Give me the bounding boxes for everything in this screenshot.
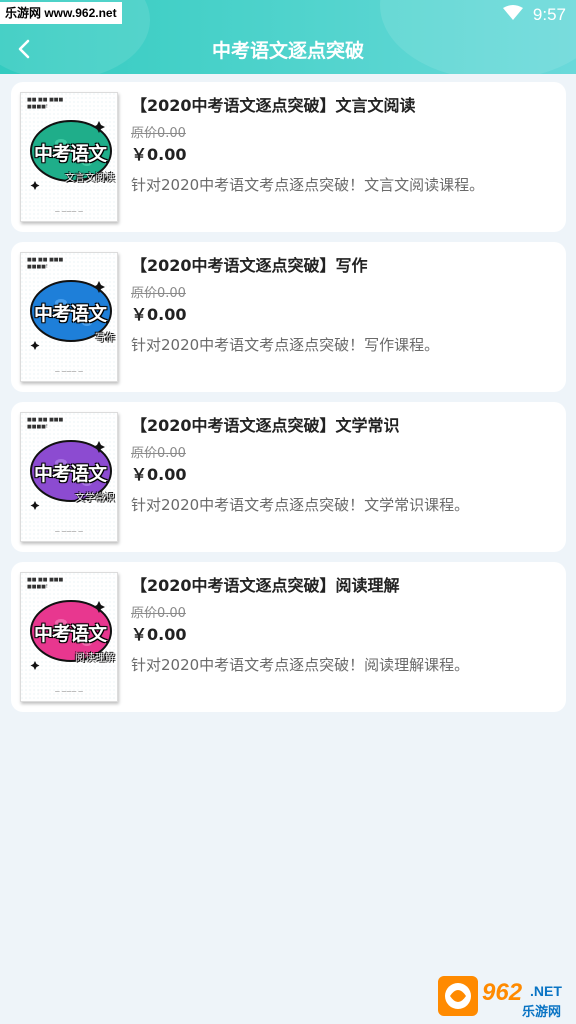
cover-header-text: ■■ ■■ ■■■ ■■■■! <box>27 257 64 270</box>
price: ￥0.00 <box>131 465 187 484</box>
svg-text:.NET: .NET <box>530 983 562 999</box>
course-title: 【2020中考语文逐点突破】文言文阅读 <box>131 96 416 115</box>
cover-subtitle: 阅读理解 <box>75 653 115 664</box>
course-description: 针对2020中考语文考点逐点突破！文言文阅读课程。 <box>131 176 485 194</box>
course-cover: ■■ ■■ ■■■ ■■■■! 中考语文 写作 — ——— — <box>20 252 118 382</box>
course-description: 针对2020中考语文考点逐点突破！阅读理解课程。 <box>131 656 470 674</box>
price: ￥0.00 <box>131 305 187 324</box>
original-price: 原价0.00 <box>131 286 186 301</box>
watermark-label: 乐游网 www.962.net <box>0 2 122 24</box>
price: ￥0.00 <box>131 145 187 164</box>
cover-footer: — ——— — <box>54 209 84 215</box>
cover-title: 中考语文 <box>33 623 107 645</box>
cover-footer: — ——— — <box>54 369 84 375</box>
watermark-logo: 962 .NET 乐游网 <box>438 974 570 1020</box>
course-title: 【2020中考语文逐点突破】文学常识 <box>131 416 400 435</box>
status-time: 9:57 <box>532 5 566 24</box>
cover-header-text: ■■ ■■ ■■■ ■■■■! <box>27 417 64 430</box>
svg-text:乐游网: 乐游网 <box>522 1004 561 1020</box>
original-price: 原价0.00 <box>131 126 186 141</box>
cover-subtitle: 文学常识 <box>75 493 115 504</box>
original-price: 原价0.00 <box>131 606 186 621</box>
cover-title: 中考语文 <box>33 303 107 325</box>
course-cover: ■■ ■■ ■■■ ■■■■! 中考语文 文言文阅读 — ——— — <box>20 92 118 222</box>
cover-footer: — ——— — <box>54 529 84 535</box>
page-title: 中考语文逐点突破 <box>211 40 364 62</box>
course-description: 针对2020中考语文考点逐点突破！写作课程。 <box>131 336 440 354</box>
course-card[interactable]: ■■ ■■ ■■■ ■■■■! 中考语文 文言文阅读 — ——— — 【2020中… <box>11 82 566 232</box>
price: ￥0.00 <box>131 625 187 644</box>
app-header: 乐游网 www.962.net 9:57 中考语文逐点突破 <box>0 0 576 74</box>
course-card[interactable]: ■■ ■■ ■■■ ■■■■! 中考语文 文学常识 — ——— — 【2020中考… <box>11 402 566 552</box>
wifi-icon <box>502 5 523 25</box>
course-card[interactable]: ■■ ■■ ■■■ ■■■■! 中考语文 阅读理解 — ——— — 【2020中考… <box>11 562 566 712</box>
course-cover: ■■ ■■ ■■■ ■■■■! 中考语文 阅读理解 — ——— — <box>20 572 118 702</box>
cover-subtitle: 写作 <box>95 333 115 344</box>
course-description: 针对2020中考语文考点逐点突破！文学常识课程。 <box>131 496 470 514</box>
course-cover: ■■ ■■ ■■■ ■■■■! 中考语文 文学常识 — ——— — <box>20 412 118 542</box>
cover-title: 中考语文 <box>33 463 107 485</box>
cover-header-text: ■■ ■■ ■■■ ■■■■! <box>27 577 64 590</box>
original-price: 原价0.00 <box>131 446 186 461</box>
svg-text:962: 962 <box>482 979 523 1006</box>
cover-title: 中考语文 <box>33 143 107 165</box>
status-bar: 9:57 <box>502 4 566 26</box>
course-title: 【2020中考语文逐点突破】写作 <box>131 256 368 275</box>
cover-header-text: ■■ ■■ ■■■ ■■■■! <box>27 97 64 110</box>
course-title: 【2020中考语文逐点突破】阅读理解 <box>131 576 400 595</box>
cover-footer: — ——— — <box>54 689 84 695</box>
course-card[interactable]: ■■ ■■ ■■■ ■■■■! 中考语文 写作 — ——— — 【2020中考语文… <box>11 242 566 392</box>
cover-subtitle: 文言文阅读 <box>65 173 115 184</box>
